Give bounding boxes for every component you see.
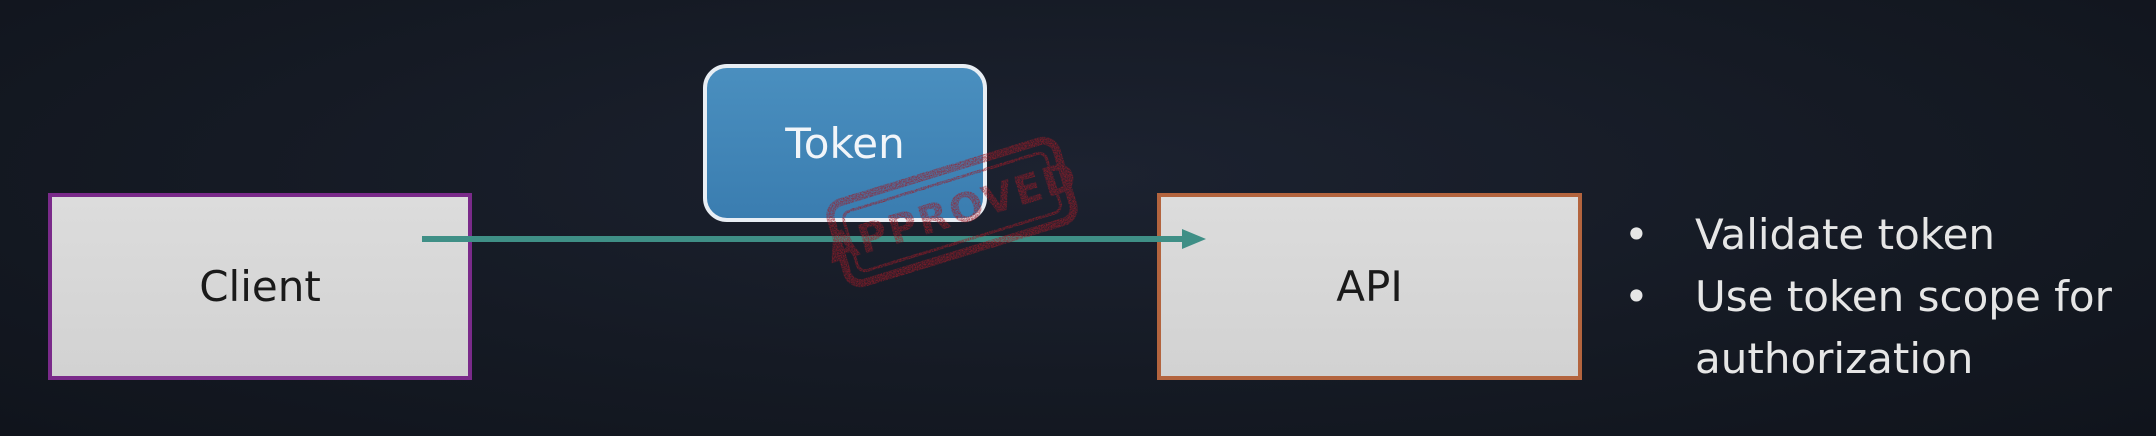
- bullet-text: Use token scope for authorization: [1695, 272, 2112, 383]
- bullet-item-validate: • Validate token: [1620, 204, 2140, 266]
- bullet-item-scope: • Use token scope for authorization: [1620, 266, 2140, 390]
- bullet-marker: •: [1624, 272, 1649, 321]
- bullet-list: • Validate token • Use token scope for a…: [1620, 204, 2140, 390]
- arrow-head: [1182, 229, 1206, 249]
- diagram-canvas: Client API Token APPROVED • Validate tok…: [0, 0, 2156, 436]
- approved-stamp: APPROVED: [821, 136, 1084, 288]
- client-to-api-arrow: [422, 229, 1206, 249]
- bullet-text: Validate token: [1695, 210, 1996, 259]
- bullet-marker: •: [1624, 210, 1649, 259]
